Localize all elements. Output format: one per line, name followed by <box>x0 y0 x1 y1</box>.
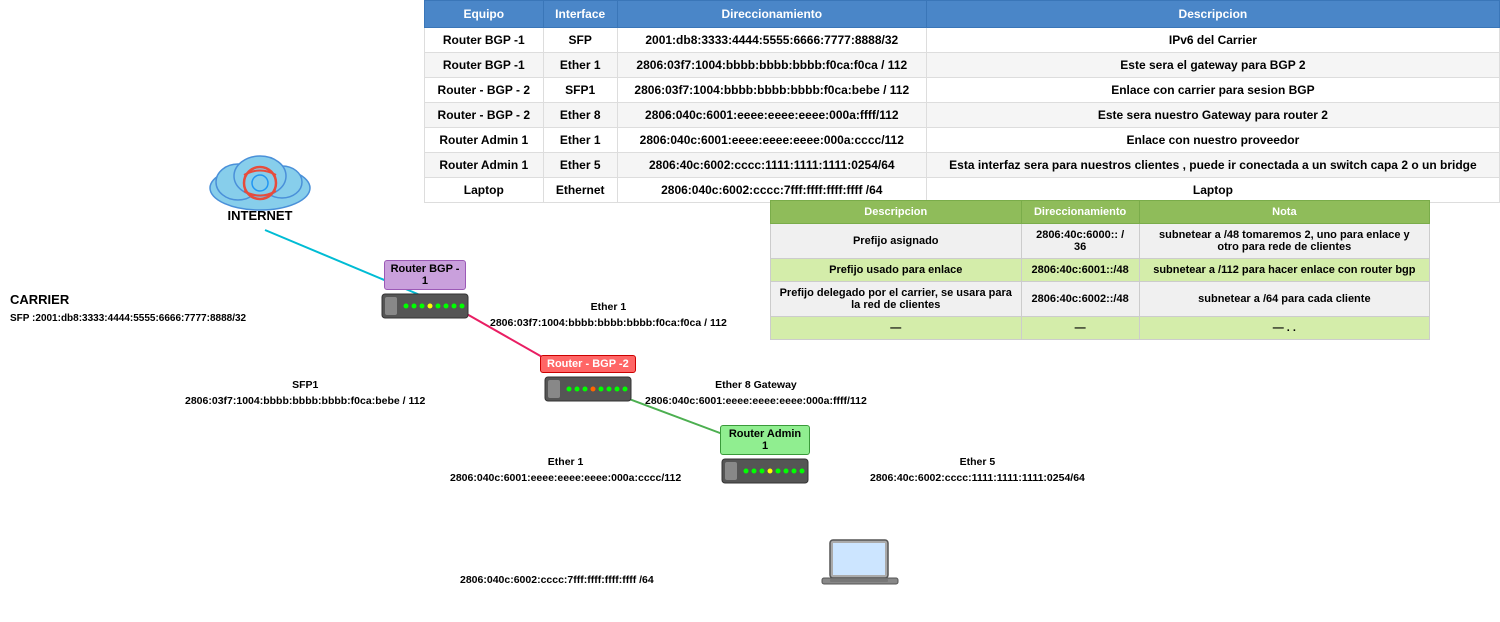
admin1-ether1-info: Ether 1 2806:040c:6001:eeee:eeee:eeee:00… <box>450 455 681 487</box>
bgp1-ether1-info: Ether 1 2806:03f7:1004:bbbb:bbbb:bbbb:f0… <box>490 300 727 332</box>
bgp2-sfp1-label: SFP1 <box>185 378 425 394</box>
router-bgp1-icon <box>380 292 470 320</box>
info-cell-nota: — . . <box>1139 317 1429 340</box>
carrier-info: CARRIER SFP :2001:db8:3333:4444:5555:666… <box>10 290 246 327</box>
bgp2-ether8-label: Ether 8 Gateway <box>645 378 867 394</box>
laptop-icon <box>820 538 900 603</box>
network-diagram: INTERNET CARRIER SFP :2001:db8:3333:4444… <box>0 0 770 622</box>
info-table-row: ——— . . <box>771 317 1430 340</box>
admin1-ether5-info: Ether 5 2806:40c:6002:cccc:1111:1111:111… <box>870 455 1085 487</box>
info-col-nota: Nota <box>1139 201 1429 224</box>
info-table-row: Prefijo delegado por el carrier, se usar… <box>771 282 1430 317</box>
admin1-ether5-addr: 2806:40c:6002:cccc:1111:1111:1111:0254/6… <box>870 471 1085 487</box>
info-col-direccionamiento: Direccionamiento <box>1021 201 1139 224</box>
cell-descripcion: Esta interfaz sera para nuestros cliente… <box>926 153 1499 178</box>
bgp1-ether1-label: Ether 1 <box>490 300 727 316</box>
info-cell-direccionamiento: — <box>1021 317 1139 340</box>
info-cell-direccionamiento: 2806:40c:6001::/48 <box>1021 259 1139 282</box>
carrier-label: CARRIER <box>10 290 246 311</box>
router-bgp1-label: Router BGP -1 <box>384 260 467 290</box>
info-cell-descripcion: Prefijo usado para enlace <box>771 259 1022 282</box>
laptop-addr: 2806:040c:6002:cccc:7fff:ffff:ffff:ffff … <box>460 573 654 589</box>
cell-descripcion: IPv6 del Carrier <box>926 28 1499 53</box>
admin1-ether5-label: Ether 5 <box>870 455 1085 471</box>
router-bgp2-box: Router - BGP -2 <box>540 355 636 403</box>
info-cell-descripcion: Prefijo delegado por el carrier, se usar… <box>771 282 1022 317</box>
info-cell-nota: subnetear a /64 para cada cliente <box>1139 282 1429 317</box>
info-cell-nota: subnetear a /112 para hacer enlace con r… <box>1139 259 1429 282</box>
router-admin1-icon <box>720 457 810 485</box>
internet-cloud: INTERNET <box>195 130 325 230</box>
router-bgp1-box: Router BGP -1 <box>380 260 470 320</box>
info-col-descripcion: Descripcion <box>771 201 1022 224</box>
bgp1-ether1-addr: 2806:03f7:1004:bbbb:bbbb:bbbb:f0ca:f0ca … <box>490 316 727 332</box>
carrier-sfp: SFP :2001:db8:3333:4444:5555:6666:7777:8… <box>10 311 246 327</box>
bgp2-sfp1-addr: 2806:03f7:1004:bbbb:bbbb:bbbb:f0ca:bebe … <box>185 394 425 410</box>
admin1-ether1-label: Ether 1 <box>450 455 681 471</box>
router-admin1-box: Router Admin 1 <box>720 425 810 485</box>
info-table-container: Descripcion Direccionamiento Nota Prefij… <box>770 200 1430 340</box>
admin1-ether1-addr: 2806:040c:6001:eeee:eeee:eeee:000a:cccc/… <box>450 471 681 487</box>
cell-descripcion: Enlace con nuestro proveedor <box>926 128 1499 153</box>
internet-label: INTERNET <box>228 208 293 223</box>
bgp2-sfp1-info: SFP1 2806:03f7:1004:bbbb:bbbb:bbbb:f0ca:… <box>185 378 425 410</box>
router-bgp2-icon <box>543 375 633 403</box>
cell-descripcion: Enlace con carrier para sesion BGP <box>926 78 1499 103</box>
router-bgp2-label: Router - BGP -2 <box>540 355 636 373</box>
info-cell-descripcion: — <box>771 317 1022 340</box>
bgp2-ether8-info: Ether 8 Gateway 2806:040c:6001:eeee:eeee… <box>645 378 867 410</box>
info-cell-direccionamiento: 2806:40c:6002::/48 <box>1021 282 1139 317</box>
col-descripcion: Descripcion <box>926 1 1499 28</box>
info-table-row: Prefijo usado para enlace2806:40c:6001::… <box>771 259 1430 282</box>
info-cell-direccionamiento: 2806:40c:6000:: / 36 <box>1021 224 1139 259</box>
laptop-addr-info: 2806:040c:6002:cccc:7fff:ffff:ffff:ffff … <box>460 573 654 589</box>
bgp2-ether8-addr: 2806:040c:6001:eeee:eeee:eeee:000a:ffff/… <box>645 394 867 410</box>
cell-descripcion: Este sera el gateway para BGP 2 <box>926 53 1499 78</box>
laptop-svg <box>820 538 900 598</box>
info-cell-nota: subnetear a /48 tomaremos 2, uno para en… <box>1139 224 1429 259</box>
router-admin1-label: Router Admin 1 <box>720 425 810 455</box>
prefix-info-table: Descripcion Direccionamiento Nota Prefij… <box>770 200 1430 340</box>
info-table-row: Prefijo asignado2806:40c:6000:: / 36subn… <box>771 224 1430 259</box>
cell-descripcion: Laptop <box>926 178 1499 203</box>
cell-descripcion: Este sera nuestro Gateway para router 2 <box>926 103 1499 128</box>
info-cell-descripcion: Prefijo asignado <box>771 224 1022 259</box>
cloud-svg <box>200 138 320 218</box>
